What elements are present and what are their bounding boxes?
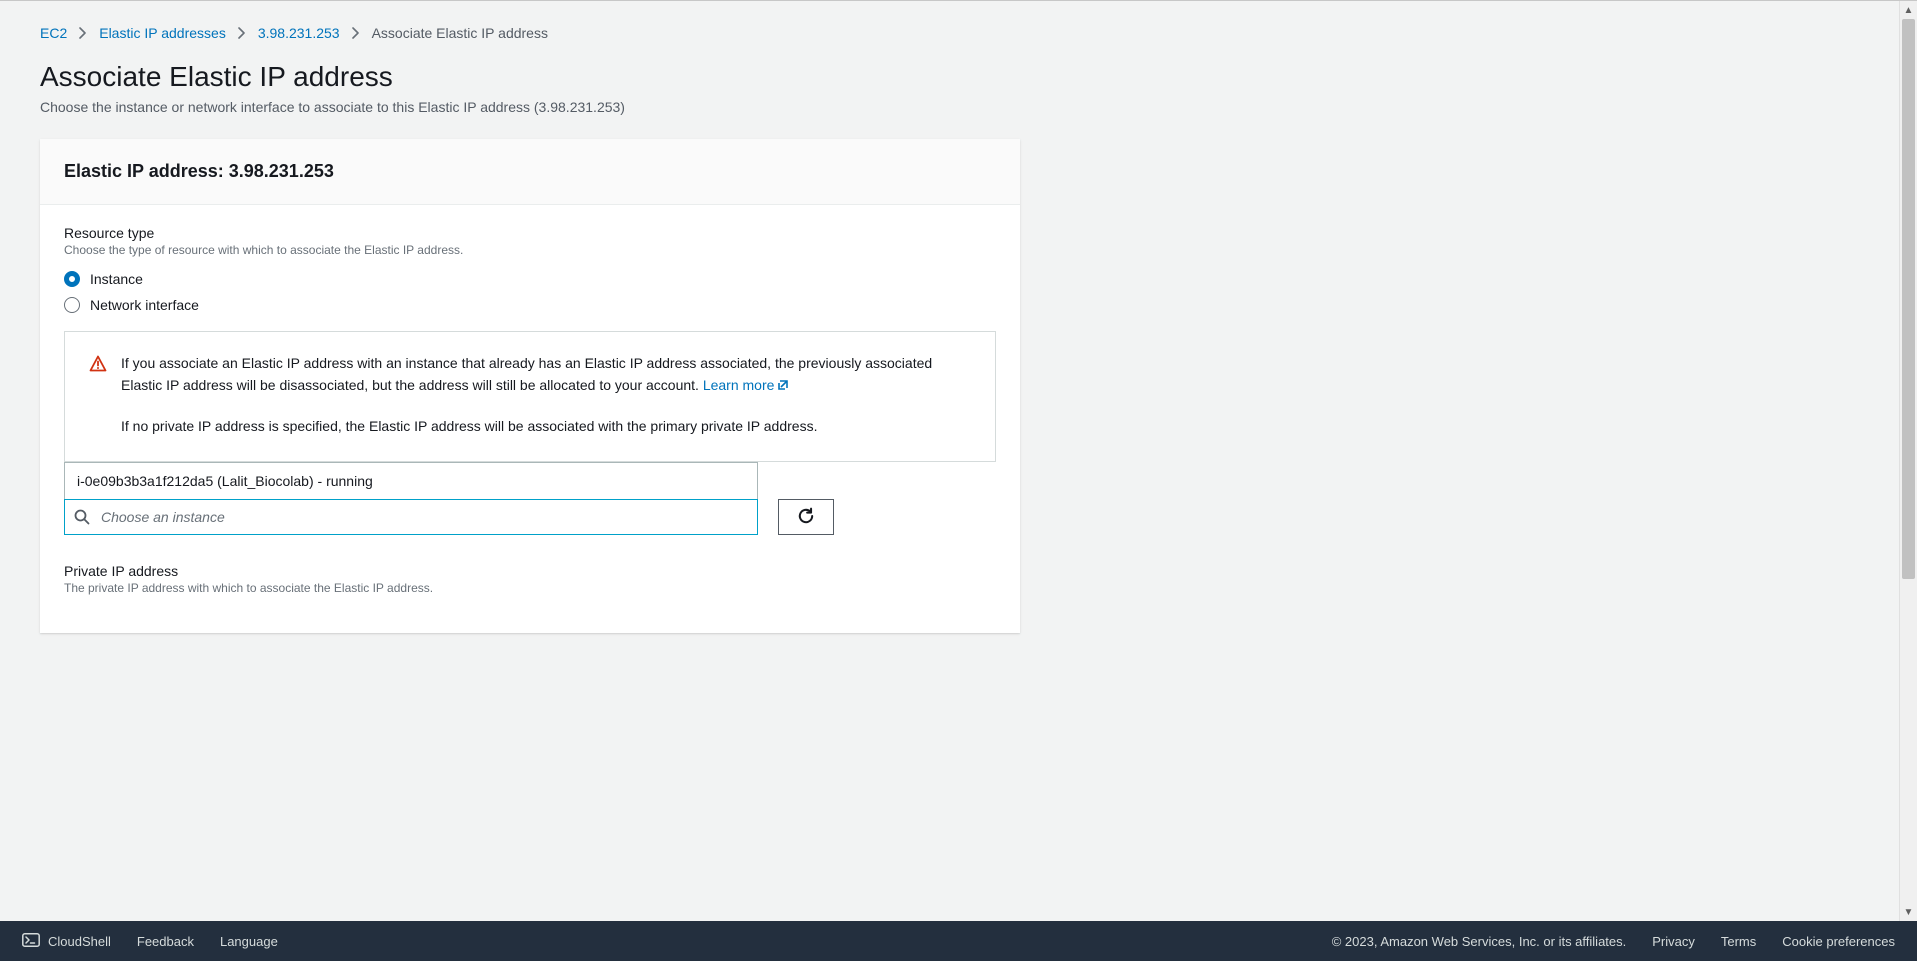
private-ip-label: Private IP address bbox=[64, 563, 996, 579]
radio-icon bbox=[64, 297, 80, 313]
warning-icon bbox=[89, 355, 107, 373]
private-ip-desc: The private IP address with which to ass… bbox=[64, 581, 996, 595]
warning-infobox: If you associate an Elastic IP address w… bbox=[64, 331, 996, 462]
chevron-right-icon bbox=[352, 27, 360, 39]
resource-type-label: Resource type bbox=[64, 225, 996, 241]
scroll-thumb[interactable] bbox=[1902, 19, 1915, 579]
language-link[interactable]: Language bbox=[220, 934, 278, 949]
search-icon bbox=[74, 509, 90, 525]
chevron-right-icon bbox=[79, 27, 87, 39]
radio-network-interface-label: Network interface bbox=[90, 297, 199, 313]
radio-icon bbox=[64, 271, 80, 287]
resource-type-desc: Choose the type of resource with which t… bbox=[64, 243, 996, 257]
breadcrumb-link-ec2[interactable]: EC2 bbox=[40, 25, 67, 41]
page-subtitle: Choose the instance or network interface… bbox=[40, 99, 1560, 115]
privacy-link[interactable]: Privacy bbox=[1652, 934, 1695, 949]
radio-network-interface[interactable]: Network interface bbox=[64, 297, 996, 313]
cookie-preferences-link[interactable]: Cookie preferences bbox=[1782, 934, 1895, 949]
learn-more-link[interactable]: Learn more bbox=[703, 377, 791, 393]
scroll-up-icon[interactable]: ▲ bbox=[1900, 1, 1917, 19]
cloudshell-icon bbox=[22, 933, 40, 950]
breadcrumb-link-eip[interactable]: Elastic IP addresses bbox=[99, 25, 226, 41]
breadcrumb: EC2 Elastic IP addresses 3.98.231.253 As… bbox=[40, 25, 1560, 41]
breadcrumb-link-ip[interactable]: 3.98.231.253 bbox=[258, 25, 340, 41]
warning-text-1: If you associate an Elastic IP address w… bbox=[121, 355, 932, 393]
instance-search-input[interactable] bbox=[64, 499, 758, 535]
feedback-link[interactable]: Feedback bbox=[137, 934, 194, 949]
panel-header: Elastic IP address: 3.98.231.253 bbox=[40, 139, 1020, 205]
cloudshell-link[interactable]: CloudShell bbox=[22, 933, 111, 950]
radio-instance[interactable]: Instance bbox=[64, 271, 996, 287]
radio-instance-label: Instance bbox=[90, 271, 143, 287]
selected-instance-display: i-0e09b3b3a1f212da5 (Lalit_Biocolab) - r… bbox=[64, 462, 758, 499]
footer-copyright: © 2023, Amazon Web Services, Inc. or its… bbox=[1332, 934, 1627, 949]
cloudshell-label: CloudShell bbox=[48, 934, 111, 949]
footer-bar: CloudShell Feedback Language © 2023, Ama… bbox=[0, 921, 1917, 961]
terms-link[interactable]: Terms bbox=[1721, 934, 1756, 949]
vertical-scrollbar[interactable]: ▲ ▼ bbox=[1899, 1, 1917, 921]
refresh-icon bbox=[797, 507, 815, 528]
scroll-down-icon[interactable]: ▼ bbox=[1900, 903, 1917, 921]
warning-text-2: If no private IP address is specified, t… bbox=[121, 415, 971, 437]
page-title: Associate Elastic IP address bbox=[40, 61, 1560, 93]
external-link-icon bbox=[776, 376, 790, 398]
breadcrumb-current: Associate Elastic IP address bbox=[372, 25, 548, 41]
chevron-right-icon bbox=[238, 27, 246, 39]
refresh-button[interactable] bbox=[778, 499, 834, 535]
form-panel: Elastic IP address: 3.98.231.253 Resourc… bbox=[40, 139, 1020, 633]
